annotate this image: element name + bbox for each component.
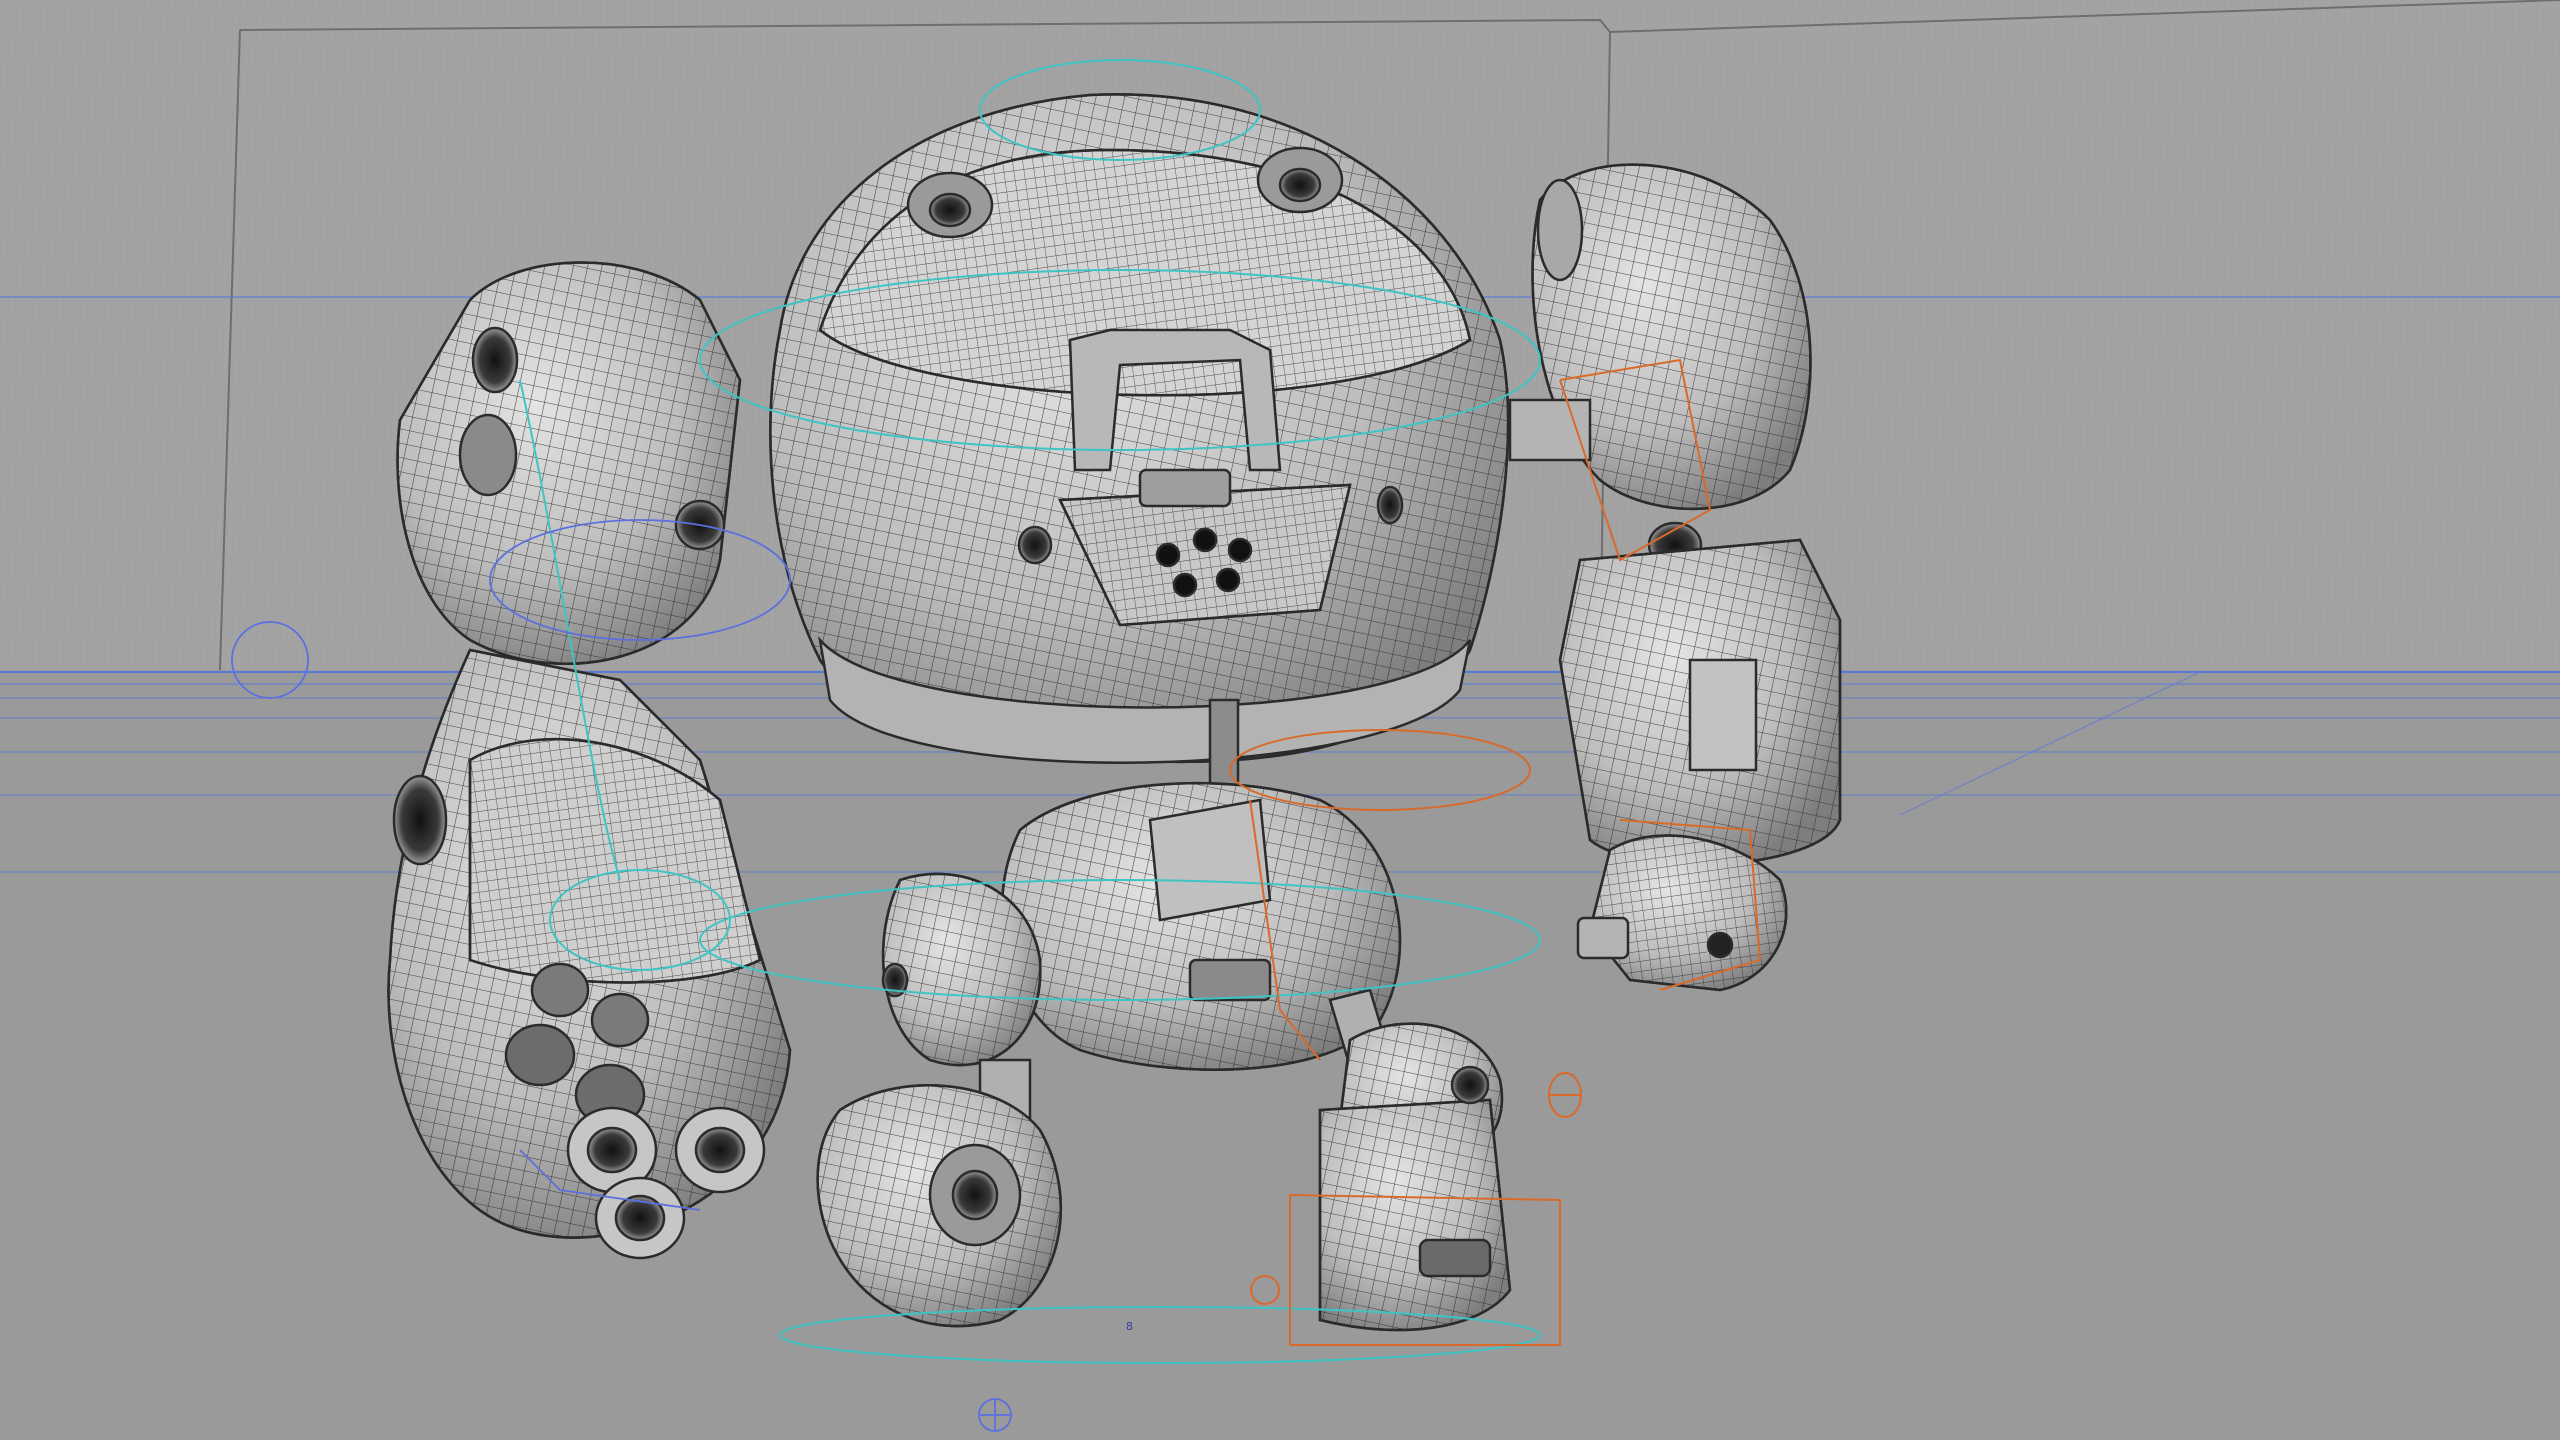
frame-marker: 8	[1126, 1320, 1133, 1333]
torso-dome[interactable]	[769, 93, 1510, 792]
viewport-scene[interactable]	[0, 0, 2560, 1440]
3d-viewport[interactable]: 8	[0, 0, 2560, 1440]
